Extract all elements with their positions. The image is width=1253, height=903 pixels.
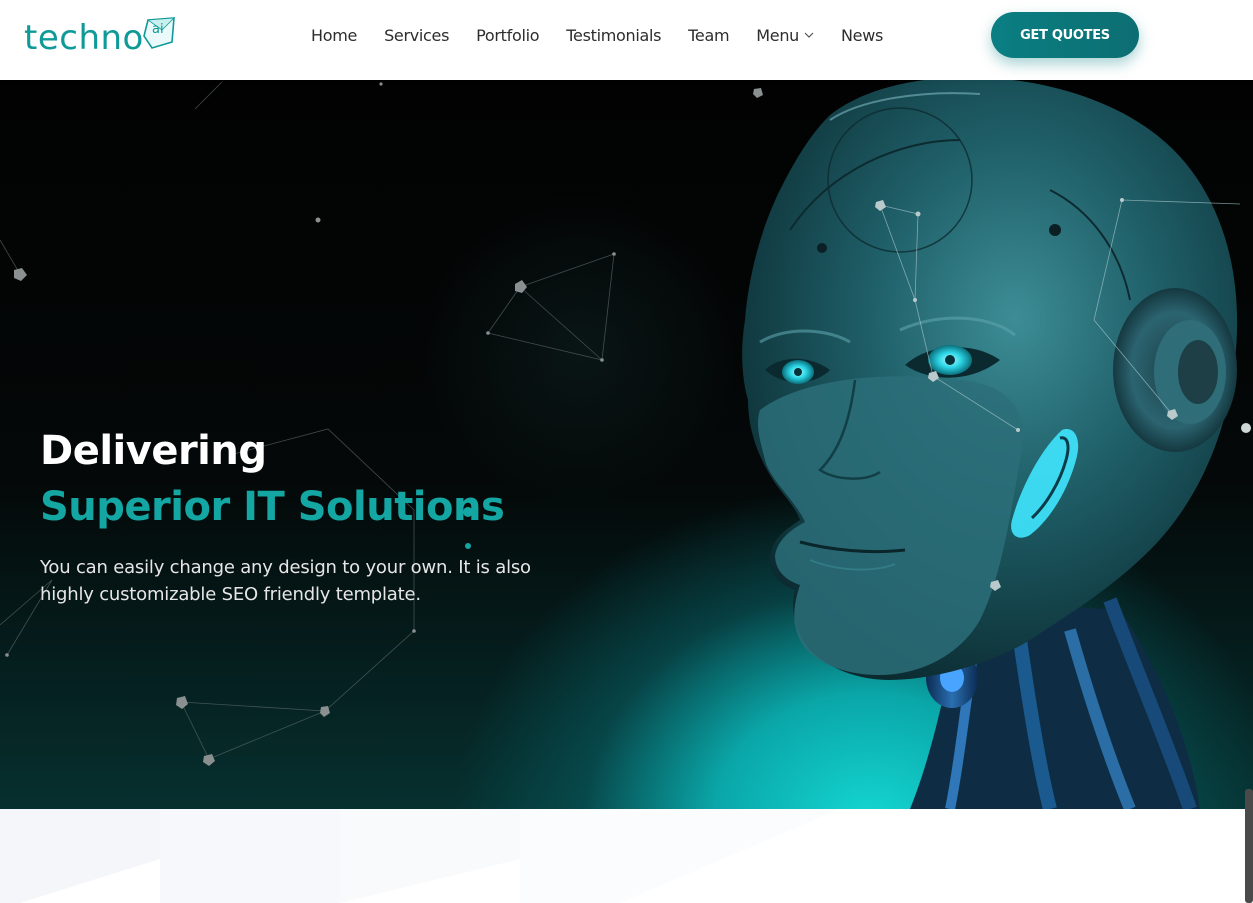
- nav-label: Menu: [756, 25, 799, 45]
- nav-label: Services: [384, 25, 450, 45]
- main-nav: Home Services Portfolio Testimonials Tea…: [311, 0, 910, 70]
- hero-title: Delivering: [40, 428, 267, 474]
- constellation-lines: [0, 81, 615, 760]
- nav-item-home[interactable]: Home: [311, 26, 357, 45]
- accent-dot: [1241, 423, 1251, 433]
- hero-section: Delivering Superior IT Solutions You can…: [0, 80, 1253, 809]
- nav-item-menu[interactable]: Menu: [756, 26, 814, 45]
- logo-badge-label: ai: [152, 22, 164, 37]
- logo-wordmark: techno: [24, 18, 144, 58]
- constellation-nodes: [5, 82, 763, 766]
- nav-item-portfolio[interactable]: Portfolio: [476, 26, 539, 45]
- nav-label: Home: [311, 25, 358, 45]
- nav-label: Team: [688, 25, 730, 45]
- scrollbar[interactable]: [1245, 789, 1253, 903]
- nav-item-services[interactable]: Services: [384, 26, 449, 45]
- accent-dot: [465, 543, 471, 549]
- nav-label: Testimonials: [566, 25, 662, 45]
- nav-item-news[interactable]: News: [841, 26, 883, 45]
- nav-item-team[interactable]: Team: [688, 26, 729, 45]
- chevron-down-icon: [804, 32, 814, 38]
- nav-item-testimonials[interactable]: Testimonials: [566, 26, 661, 45]
- robot-head: [742, 80, 1241, 809]
- nav-label: News: [841, 25, 884, 45]
- hero-description: You can easily change any design to your…: [40, 557, 531, 605]
- section-background-shapes: [0, 809, 840, 903]
- nav-label: Portfolio: [476, 25, 540, 45]
- logo[interactable]: techno ai: [24, 14, 184, 62]
- site-header: techno ai Home Services Portfolio Testim…: [0, 0, 1253, 80]
- get-quotes-button[interactable]: GET QUOTES: [991, 12, 1139, 58]
- hero-subtitle: Superior IT Solutions: [40, 484, 505, 530]
- next-section: [0, 809, 1253, 903]
